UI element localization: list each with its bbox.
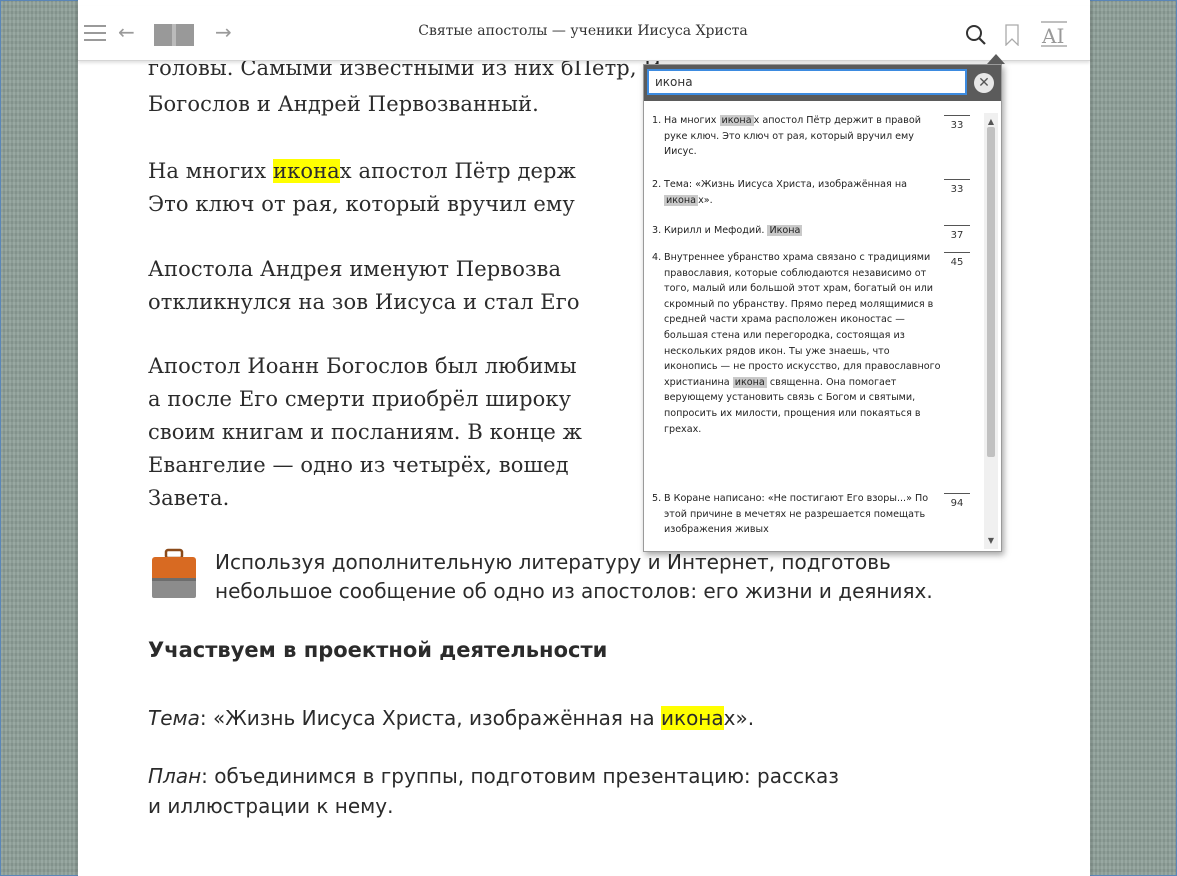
- paragraph-line: Это ключ от рая, который вручил ему: [148, 192, 575, 216]
- section-heading: Участвуем в проектной деятельности: [148, 638, 608, 662]
- search-highlight: икона: [273, 159, 340, 183]
- search-results[interactable]: 1. На многих икона х апостол Пётр держит …: [644, 101, 984, 551]
- paragraph-line: Апостола Андрея именуют Первозва: [148, 257, 562, 281]
- paragraph-line: Богослов и Андрей Первозванный.: [148, 92, 539, 116]
- search-bar: ✕: [644, 65, 1001, 101]
- results-scrollbar[interactable]: ▲ ▼: [984, 113, 998, 549]
- paragraph-line: откликнулся на зов Иисуса и стал Его: [148, 290, 580, 314]
- task-text: небольшое сообщение об одно из апостолов…: [215, 579, 933, 603]
- bookmark-icon[interactable]: [1004, 24, 1020, 47]
- popup-pointer: [987, 54, 1005, 64]
- paragraph-line: а после Его смерти приобрёл широку: [148, 387, 572, 411]
- forward-arrow-icon[interactable]: →: [215, 20, 232, 44]
- scroll-down-arrow-icon[interactable]: ▼: [984, 536, 998, 545]
- svg-text:AI: AI: [1041, 24, 1064, 48]
- paragraph-line: Завета.: [148, 486, 230, 510]
- reader-toolbar: ← → Святые апостолы — ученики Иисуса Хри…: [78, 6, 1090, 61]
- result-page-number: 33: [944, 115, 970, 134]
- briefcase-icon: [150, 548, 198, 600]
- plan-line: План: объединимся в группы, подготовим п…: [148, 764, 839, 788]
- task-text: Используя дополнительную литературу и Ин…: [215, 550, 891, 574]
- book-icon[interactable]: [151, 21, 197, 47]
- back-arrow-icon[interactable]: ←: [118, 20, 135, 44]
- paragraph-line: Апостол Иоанн Богослов был любимы: [148, 354, 577, 378]
- menu-icon[interactable]: [84, 25, 106, 41]
- search-highlight: икона: [660, 706, 724, 730]
- topic-line: Тема: «Жизнь Иисуса Христа, изображённая…: [148, 706, 755, 730]
- paragraph-line: своим книгам и посланиям. В конце ж: [148, 420, 583, 444]
- paragraph-line: Евангелие — одно из четырёх, вошед: [148, 453, 569, 477]
- result-page-number: 37: [944, 225, 970, 244]
- clear-search-button[interactable]: ✕: [974, 73, 994, 93]
- chapter-title: Святые апостолы — ученики Иисуса Христа: [418, 23, 748, 39]
- search-input[interactable]: [647, 69, 967, 95]
- result-page-number: 45: [944, 252, 970, 271]
- scrollbar-thumb[interactable]: [987, 127, 995, 457]
- font-settings-icon[interactable]: AI: [1040, 19, 1068, 49]
- plan-line: и иллюстрации к нему.: [148, 794, 394, 818]
- search-popup: ✕ 1. На многих иконах апостол Пётр держи…: [643, 64, 1002, 552]
- paragraph-line: На многих иконах апостол Пётр держ: [148, 159, 577, 183]
- result-page-number: 94: [944, 493, 970, 512]
- scroll-up-arrow-icon[interactable]: ▲: [984, 117, 998, 126]
- search-icon[interactable]: [964, 23, 988, 47]
- result-page-number: 33: [944, 179, 970, 198]
